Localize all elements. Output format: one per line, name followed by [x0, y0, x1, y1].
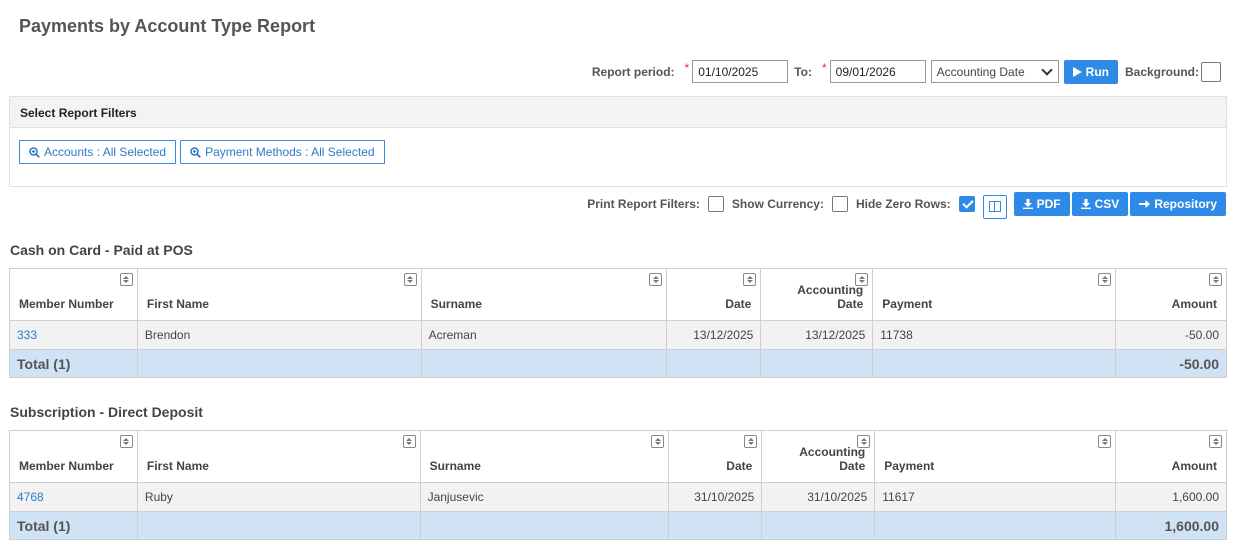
table-header-row: Member Number First Name Surname Date Ac…: [9, 430, 1227, 483]
to-label: To:: [794, 64, 812, 79]
total-label: Total (1): [9, 349, 138, 378]
section-title: Subscription - Direct Deposit: [10, 404, 203, 420]
sort-icon[interactable]: [403, 273, 417, 286]
report-options-bar: Print Report Filters: Show Currency: Hid…: [587, 191, 1226, 219]
required-mark: *: [821, 60, 827, 75]
column-header[interactable]: Accounting Date: [760, 268, 874, 321]
pdf-button[interactable]: PDF: [1013, 191, 1070, 216]
sort-icon[interactable]: [855, 273, 869, 286]
sort-icon[interactable]: [119, 435, 133, 448]
date-type-value: Accounting Date: [936, 64, 1025, 79]
download-icon: [1022, 198, 1033, 209]
column-header[interactable]: Surname: [419, 430, 670, 483]
payment-methods-filter-button[interactable]: Payment Methods : All Selected: [180, 140, 385, 164]
report-table: Member Number First Name Surname Date Ac…: [9, 430, 1227, 540]
report-table: Member Number First Name Surname Date Ac…: [9, 268, 1227, 378]
print-filters-checkbox[interactable]: [707, 195, 724, 212]
table-row: 4768 Ruby Janjusevic 31/10/2025 31/10/20…: [9, 482, 1227, 512]
column-header[interactable]: First Name: [136, 268, 422, 321]
to-date-input[interactable]: [829, 60, 926, 83]
column-header[interactable]: Payment: [874, 430, 1116, 483]
surname-cell: Acreman: [420, 320, 668, 350]
run-label: Run: [1085, 64, 1109, 79]
payment-cell: 11617: [874, 482, 1116, 512]
amount-cell: -50.00: [1115, 320, 1227, 350]
required-mark: *: [684, 60, 690, 75]
column-header[interactable]: Member Number: [9, 430, 138, 483]
run-button[interactable]: Run: [1063, 59, 1118, 84]
total-label: Total (1): [9, 511, 138, 540]
column-header[interactable]: Amount: [1115, 268, 1227, 321]
from-date-input[interactable]: [692, 60, 789, 83]
sort-icon[interactable]: [857, 435, 871, 448]
repository-label: Repository: [1154, 196, 1217, 211]
accounts-filter-button[interactable]: Accounts : All Selected: [19, 140, 177, 164]
date-cell: 31/10/2025: [668, 482, 763, 512]
section-title: Cash on Card - Paid at POS: [10, 242, 193, 258]
total-row: Total (1) -50.00: [9, 349, 1227, 378]
filters-header: Select Report Filters: [10, 97, 1226, 128]
sort-icon[interactable]: [402, 435, 416, 448]
columns-button[interactable]: [982, 194, 1007, 219]
first-name-cell: Brendon: [136, 320, 422, 350]
member-number-link[interactable]: 333: [9, 320, 138, 350]
payment-cell: 11738: [872, 320, 1117, 350]
download-icon: [1080, 198, 1091, 209]
column-header[interactable]: Date: [666, 268, 762, 321]
columns-icon: [988, 201, 1001, 212]
column-header[interactable]: Accounting Date: [761, 430, 876, 483]
accounting-date-cell: 31/10/2025: [761, 482, 876, 512]
sort-icon[interactable]: [649, 273, 663, 286]
print-filters-label: Print Report Filters:: [587, 196, 700, 211]
pdf-label: PDF: [1036, 196, 1061, 211]
report-period-label: Report period:: [591, 64, 675, 79]
total-amount: -50.00: [1115, 349, 1227, 378]
background-label: Background:: [1124, 64, 1199, 79]
payment-methods-filter-label: Payment Methods : All Selected: [205, 145, 375, 159]
sort-icon[interactable]: [1098, 435, 1111, 448]
background-checkbox[interactable]: [1201, 61, 1221, 82]
column-header[interactable]: First Name: [136, 430, 421, 483]
sort-icon[interactable]: [1098, 273, 1112, 286]
sort-icon[interactable]: [651, 435, 665, 448]
sort-icon[interactable]: [1209, 435, 1222, 448]
zoom-in-icon: [29, 146, 40, 158]
total-row: Total (1) 1,600.00: [9, 511, 1227, 540]
sort-icon[interactable]: [1209, 273, 1222, 286]
first-name-cell: Ruby: [136, 482, 421, 512]
accounting-date-cell: 13/12/2025: [760, 320, 874, 350]
total-amount: 1,600.00: [1115, 511, 1227, 540]
arrow-right-icon: [1139, 199, 1151, 208]
column-header[interactable]: Payment: [872, 268, 1117, 321]
zoom-in-icon: [190, 146, 202, 158]
chevron-down-icon: [1040, 63, 1053, 76]
show-currency-checkbox[interactable]: [831, 195, 848, 212]
sort-icon[interactable]: [744, 435, 758, 448]
amount-cell: 1,600.00: [1115, 482, 1227, 512]
column-header[interactable]: Amount: [1115, 430, 1227, 483]
member-number-link[interactable]: 4768: [9, 482, 138, 512]
column-header[interactable]: Surname: [420, 268, 668, 321]
sort-icon[interactable]: [119, 273, 133, 286]
date-cell: 13/12/2025: [666, 320, 762, 350]
report-period-bar: Report period: * To: * Accounting Date R…: [591, 59, 1221, 84]
date-type-select[interactable]: Accounting Date: [930, 60, 1059, 83]
page-title: Payments by Account Type Report: [19, 16, 316, 36]
column-header[interactable]: Date: [668, 430, 763, 483]
show-currency-label: Show Currency:: [731, 196, 824, 211]
hide-zero-rows-checkbox[interactable]: [958, 195, 975, 212]
play-icon: [1072, 66, 1082, 77]
csv-label: CSV: [1094, 196, 1120, 211]
column-header[interactable]: Member Number: [9, 268, 138, 321]
accounts-filter-label: Accounts : All Selected: [44, 145, 167, 159]
csv-button[interactable]: CSV: [1071, 191, 1129, 216]
hide-zero-rows-label: Hide Zero Rows:: [855, 196, 951, 211]
table-header-row: Member Number First Name Surname Date Ac…: [9, 268, 1227, 321]
repository-button[interactable]: Repository: [1130, 191, 1226, 216]
report-filters-panel: Select Report Filters Accounts : All Sel…: [9, 96, 1227, 187]
sort-icon[interactable]: [743, 273, 757, 286]
table-row: 333 Brendon Acreman 13/12/2025 13/12/202…: [9, 320, 1227, 350]
surname-cell: Janjusevic: [419, 482, 670, 512]
